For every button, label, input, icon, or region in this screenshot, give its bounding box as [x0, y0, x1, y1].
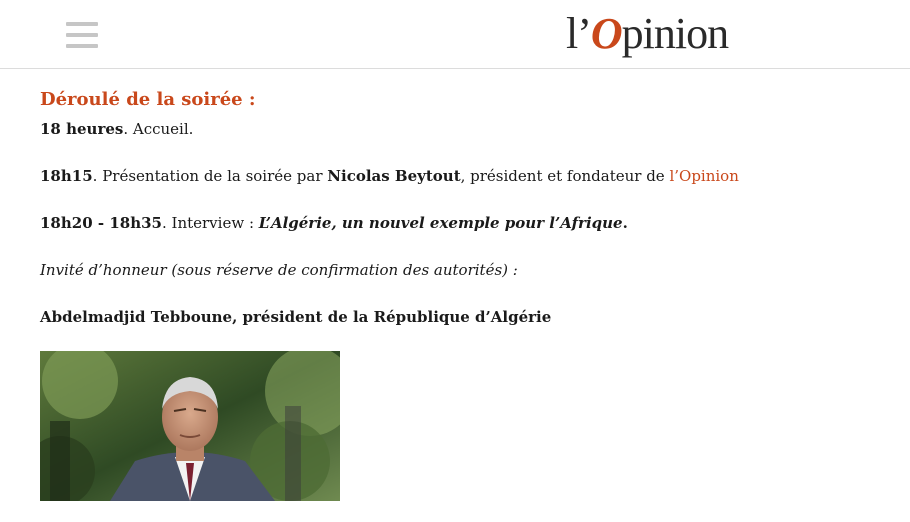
schedule-item-welcome: 18 heures. Accueil.: [40, 118, 880, 140]
site-logo[interactable]: l’Opinion: [566, 8, 729, 60]
schedule-item-interview: 18h20 - 18h35. Interview : L’Algérie, un…: [40, 212, 880, 234]
guest-intro: Invité d’honneur (sous réserve de confir…: [40, 261, 518, 279]
guest-role: , président de la République d’Algérie: [232, 308, 552, 326]
menu-bar-top: [66, 22, 98, 26]
menu-bar-bottom: [66, 44, 98, 48]
brand-link[interactable]: l’Opinion: [669, 167, 738, 185]
logo-o: O: [590, 9, 623, 58]
host-role: , président et fondateur de: [460, 167, 670, 185]
guest-photo: [40, 351, 340, 501]
site-header: l’Opinion: [0, 0, 910, 69]
article-body: Déroulé de la soirée : 18 heures. Accuei…: [40, 88, 880, 328]
hamburger-menu-icon[interactable]: [66, 22, 98, 48]
schedule-text: . Interview :: [161, 214, 259, 232]
schedule-text: . Présentation de la soirée par: [92, 167, 328, 185]
menu-bar-middle: [66, 33, 98, 37]
section-title: Déroulé de la soirée :: [40, 89, 256, 110]
guest-photo-illustration: [40, 351, 340, 501]
interview-title-end: .: [622, 214, 628, 232]
logo-prefix: l’: [566, 9, 592, 58]
schedule-time: 18h15: [40, 167, 93, 185]
schedule-time: 18 heures: [40, 120, 124, 138]
schedule-time: 18h20 - 18h35: [40, 214, 162, 232]
guest-line: Abdelmadjid Tebboune, président de la Ré…: [40, 306, 880, 328]
schedule-item-presentation: 18h15. Présentation de la soirée par Nic…: [40, 165, 880, 187]
logo-suffix: pinion: [621, 9, 729, 58]
host-name: Nicolas Beytout: [327, 167, 461, 185]
guest-name: Abdelmadjid Tebboune: [40, 308, 233, 326]
schedule-text: . Accueil.: [123, 120, 194, 138]
interview-title: L’Algérie, un nouvel exemple pour l’Afri…: [258, 214, 623, 232]
